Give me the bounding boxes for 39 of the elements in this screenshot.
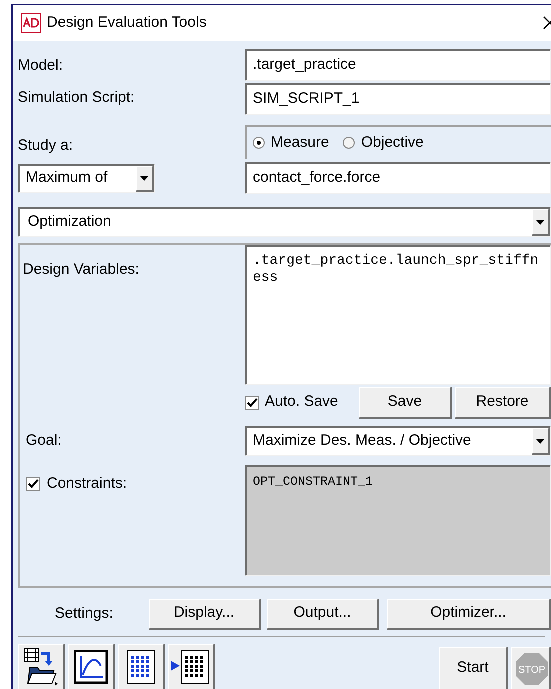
caret-icon [140, 176, 149, 180]
field-label: Goal: [25, 430, 63, 451]
toolbar-button[interactable] [168, 644, 215, 689]
field-label: Constraints: [47, 474, 128, 494]
constraint-list[interactable]: OPT_CONSTRAINT_1 [245, 465, 551, 576]
radio-option[interactable]: Measure [253, 132, 330, 154]
field-label: Study a: [18, 136, 74, 156]
push-button[interactable]: Restore [455, 386, 551, 418]
input-field[interactable]: .target_practice [245, 49, 551, 81]
folder-film-icon [24, 648, 58, 686]
window-title: Design Evaluation Tools [47, 12, 207, 33]
field-label: Simulation Script: [18, 88, 136, 108]
input-field[interactable]: .target_practice.launch_spr_stiffness [245, 245, 551, 385]
caret-icon [536, 220, 545, 224]
app-logo-icon [21, 13, 41, 33]
push-button[interactable]: Optimizer... [387, 598, 551, 630]
push-button[interactable]: Output... [266, 598, 380, 630]
caret-icon [536, 438, 545, 444]
field-label: Auto. Save [265, 392, 338, 412]
input-field[interactable]: SIM_SCRIPT_1 [245, 83, 551, 115]
push-button[interactable]: Save [359, 386, 452, 418]
push-button[interactable]: Display... [148, 598, 261, 630]
toolbar-button[interactable] [68, 644, 115, 689]
dropdown[interactable]: Maximum of [18, 164, 155, 192]
field-label: Design Variables: [23, 260, 140, 280]
dropdown[interactable]: Optimization [18, 207, 551, 237]
field-label: Model: [18, 56, 64, 76]
checkbox[interactable] [26, 477, 40, 492]
radio-option[interactable]: Objective [343, 132, 424, 154]
field-label: Settings: [54, 604, 114, 624]
dropdown[interactable]: Maximize Des. Meas. / Objective [245, 426, 551, 456]
arrow-table-icon [171, 650, 211, 684]
curve-plot-icon [74, 650, 108, 684]
input-field[interactable]: contact_force.force [245, 162, 551, 194]
start-button[interactable]: Start [439, 647, 508, 689]
table-icon [127, 650, 155, 684]
toolbar-button[interactable] [18, 644, 65, 689]
checkbox[interactable] [245, 396, 259, 410]
toolbar-button[interactable] [118, 644, 165, 689]
